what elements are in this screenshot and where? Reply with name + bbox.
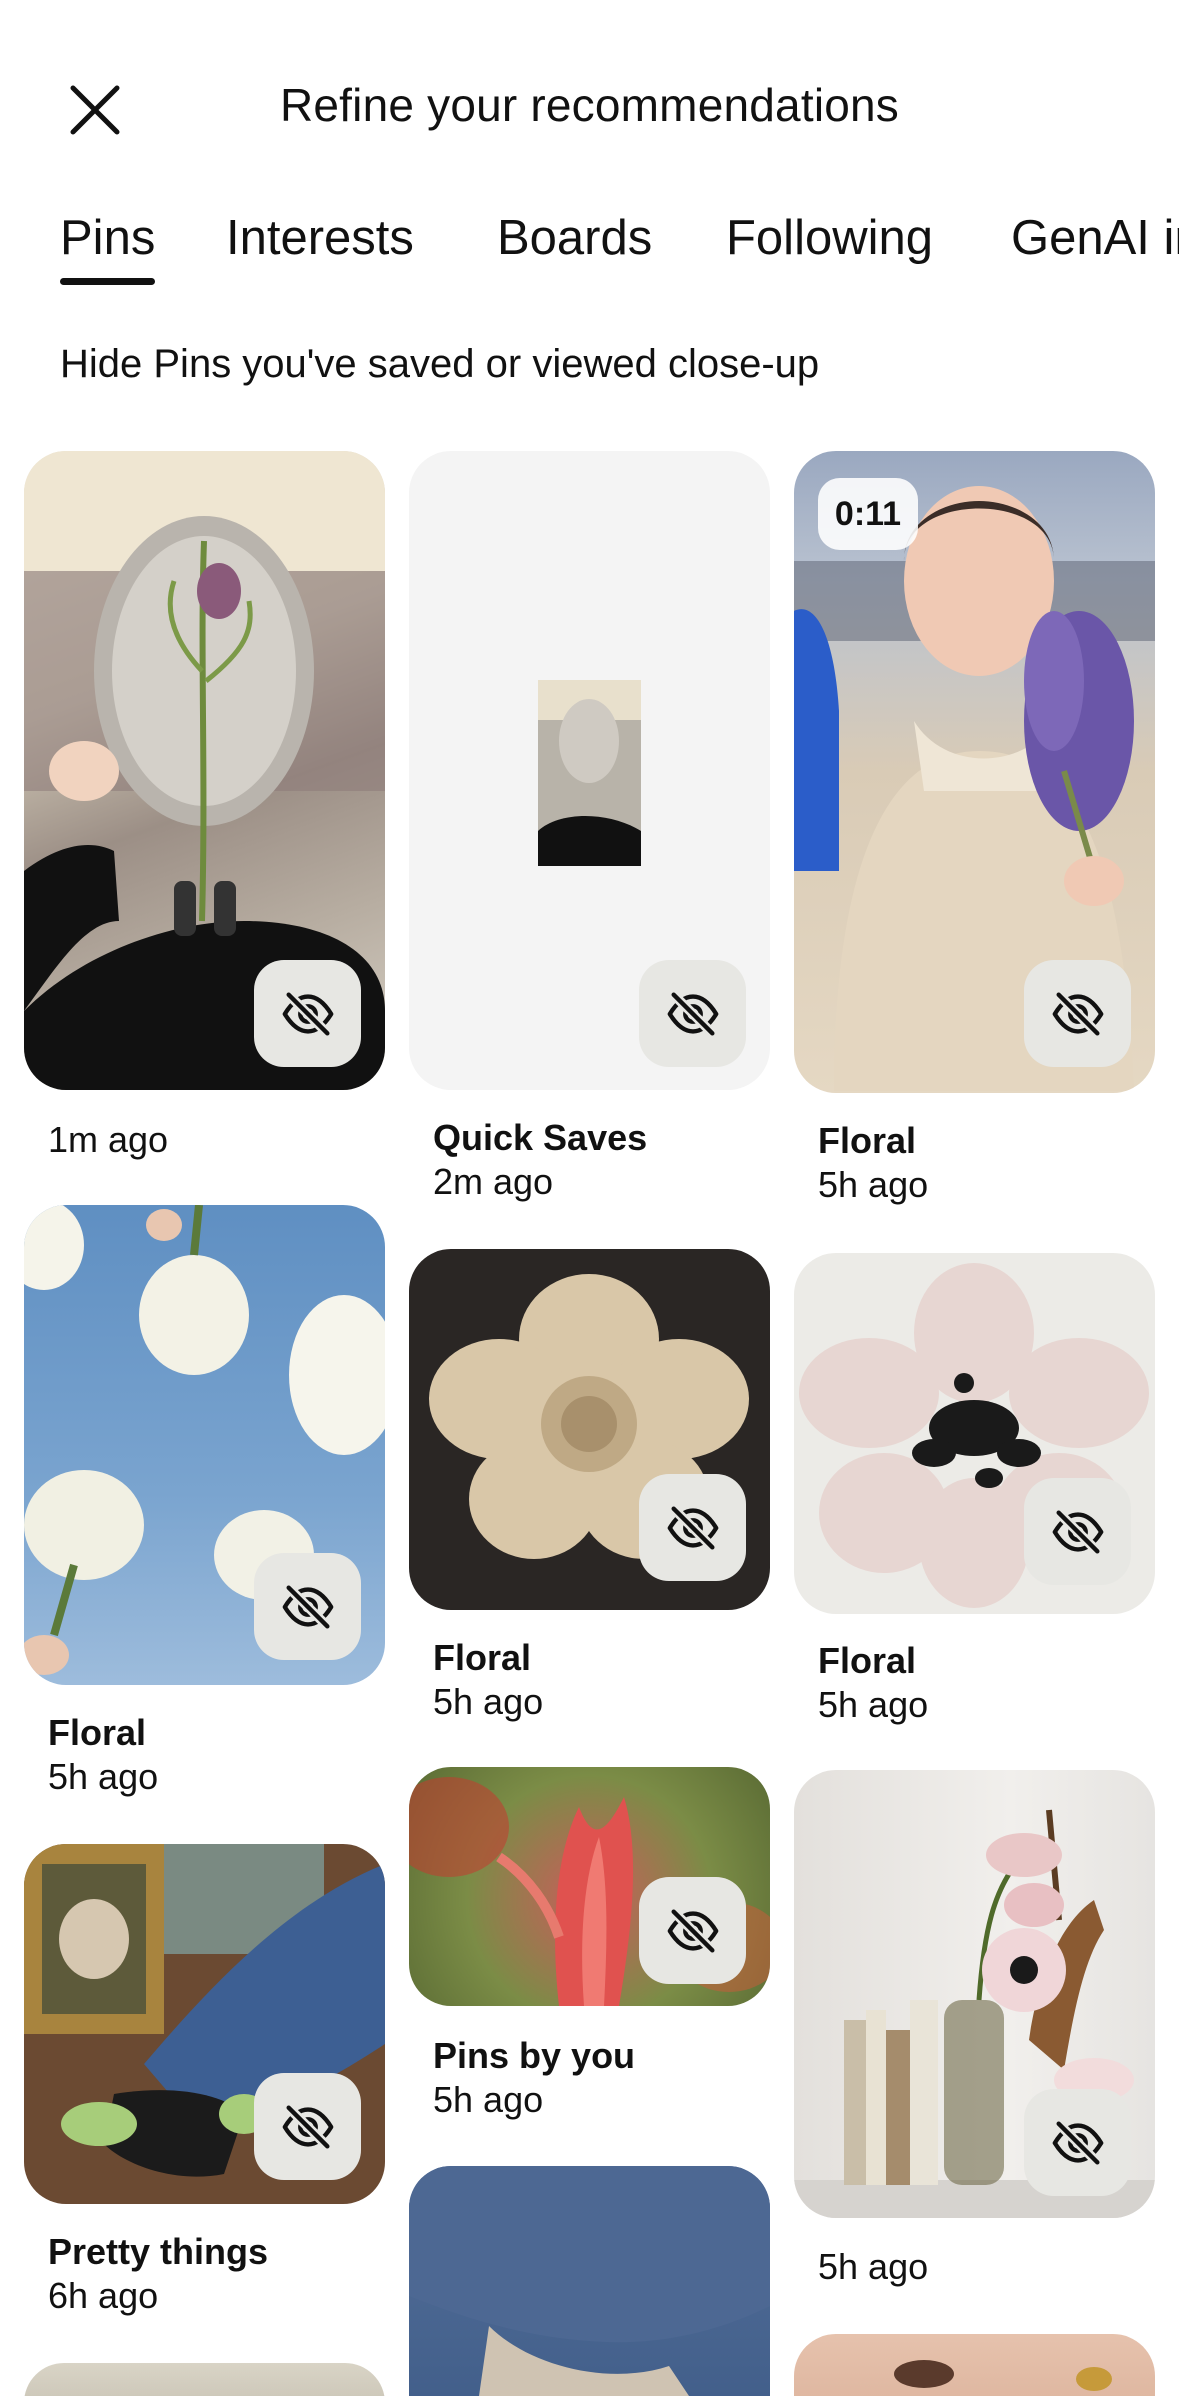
pin-time: 5h ago	[433, 2079, 544, 2120]
pin-time: 1m ago	[48, 1119, 169, 1160]
hide-pin-button[interactable]	[1024, 2089, 1131, 2196]
pin-card[interactable]	[409, 451, 770, 1090]
pin-card[interactable]	[794, 1253, 1155, 1614]
tab-bar: Pins Interests Boards Following GenAI in…	[0, 210, 1179, 290]
tab-following[interactable]: Following	[726, 210, 933, 266]
pin-card[interactable]	[24, 1205, 385, 1685]
eye-off-icon	[279, 2098, 337, 2156]
eye-off-icon	[279, 985, 337, 1043]
pin-card[interactable]	[794, 1770, 1155, 2218]
pin-board: Pretty things	[48, 2231, 269, 2272]
hide-pin-button[interactable]	[639, 960, 746, 1067]
eye-off-icon	[1049, 985, 1107, 1043]
hide-pin-button[interactable]	[1024, 1478, 1131, 1585]
hide-pin-button[interactable]	[1024, 960, 1131, 1067]
pin-time: 5h ago	[818, 1164, 929, 1205]
pin-card[interactable]	[24, 2363, 385, 2396]
eye-off-icon	[1049, 2114, 1107, 2172]
pin-board: Floral	[818, 1640, 917, 1681]
header: Refine your recommendations	[0, 0, 1179, 200]
pin-board: Floral	[818, 1120, 917, 1161]
pin-card[interactable]	[409, 1767, 770, 2006]
pin-time: 5h ago	[48, 1756, 159, 1797]
eye-off-icon	[279, 1578, 337, 1636]
pin-board: Floral	[433, 1637, 532, 1678]
active-tab-indicator	[60, 278, 155, 285]
tab-pins[interactable]: Pins	[60, 210, 155, 266]
pin-time: 6h ago	[48, 2275, 159, 2316]
tab-interests[interactable]: Interests	[226, 210, 414, 266]
hide-pin-button[interactable]	[639, 1474, 746, 1581]
pin-card[interactable]	[24, 451, 385, 1090]
eye-off-icon	[664, 985, 722, 1043]
pin-image	[409, 2166, 770, 2396]
pin-time: 2m ago	[433, 1161, 554, 1202]
pin-time: 5h ago	[818, 2246, 929, 2287]
eye-off-icon	[664, 1499, 722, 1557]
hide-pin-button[interactable]	[254, 2073, 361, 2180]
page-title: Refine your recommendations	[279, 79, 900, 131]
hide-pin-button[interactable]	[254, 960, 361, 1067]
pin-time: 5h ago	[818, 1684, 929, 1725]
hide-pin-button[interactable]	[639, 1877, 746, 1984]
pin-card[interactable]	[794, 2334, 1155, 2396]
eye-off-icon	[664, 1902, 722, 1960]
tab-boards[interactable]: Boards	[497, 210, 652, 266]
pin-board: Floral	[48, 1712, 147, 1753]
pin-card[interactable]	[409, 1249, 770, 1610]
pin-card[interactable]	[409, 2166, 770, 2396]
pin-card[interactable]	[24, 1844, 385, 2204]
section-description: Hide Pins you've saved or viewed close-u…	[60, 342, 820, 386]
tab-genai-interests[interactable]: GenAI interests	[1011, 210, 1179, 266]
pin-board: Pins by you	[433, 2035, 636, 2076]
pin-board: Quick Saves	[433, 1117, 648, 1158]
video-duration-badge: 0:11	[818, 478, 918, 550]
pin-image	[894, 2360, 1112, 2391]
eye-off-icon	[1049, 1503, 1107, 1561]
hide-pin-button[interactable]	[254, 1553, 361, 1660]
pin-time: 5h ago	[433, 1681, 544, 1722]
